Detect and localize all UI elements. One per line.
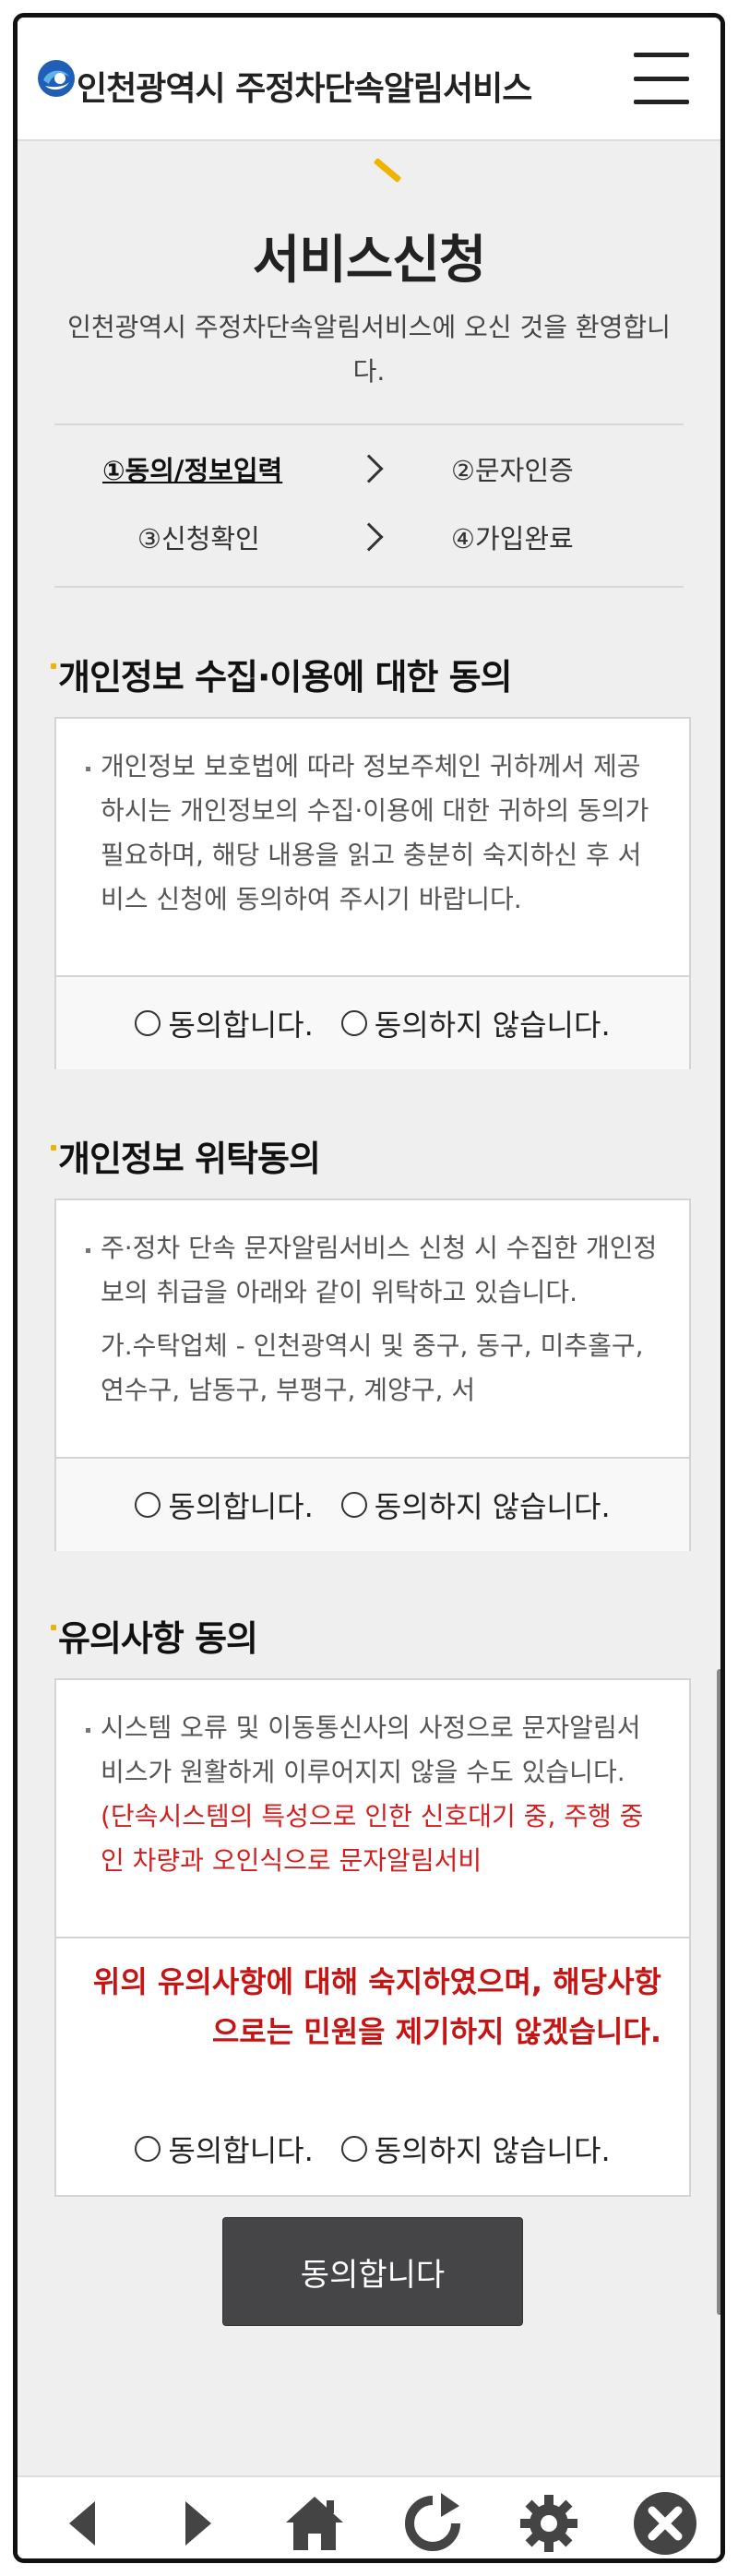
close-icon[interactable] [628,2487,702,2558]
section-title-notice: 유의사항 동의 [58,1618,258,1659]
radio-button[interactable] [135,1492,161,1518]
refresh-icon[interactable] [396,2487,470,2558]
incheon-logo-icon [38,60,75,97]
radio-button[interactable] [135,1010,161,1036]
bullet [86,1248,90,1253]
disagree-radio-option[interactable]: 동의하지 않습니다. [340,2128,611,2170]
privacy-collect-content[interactable]: 개인정보 보호법에 따라 정보주체인 귀하께서 제공하시는 개인정보의 수집·이… [56,719,689,975]
agree-options: 동의합니다. 동의하지 않습니다. [56,975,689,1069]
section-marker [51,1625,56,1630]
hamburger-menu-icon[interactable] [634,53,689,104]
agree-options: 동의합니다. 동의하지 않습니다. [56,1457,689,1551]
agree-radio-option[interactable]: 동의합니다. [135,1484,314,1526]
privacy-collect-box: 개인정보 보호법에 따라 정보주체인 귀하께서 제공하시는 개인정보의 수집·이… [54,717,691,1069]
privacy-entrust-content[interactable]: 주·정차 단속 문자알림서비스 신청 시 수집한 개인정보의 취급을 아래와 같… [56,1200,689,1457]
bullet [86,767,90,771]
agree-label: 동의합니다. [168,2133,314,2168]
forward-arrow-icon[interactable] [161,2487,235,2558]
agree-radio-option[interactable]: 동의합니다. [135,2128,314,2170]
scrollbar[interactable] [717,1669,720,2315]
app-title: 인천광역시 주정차단속알림서비스 [77,70,532,108]
disagree-label: 동의하지 않습니다. [374,2133,611,2168]
paragraph: 개인정보 보호법에 따라 정보주체인 귀하께서 제공하시는 개인정보의 수집·이… [101,751,649,914]
radio-button[interactable] [340,2136,367,2162]
step-complete: ④가입완료 [451,523,574,555]
section-marker [51,1145,56,1151]
chevron-right-icon [354,454,384,483]
step-confirm: ③신청확인 [137,523,260,555]
section-title-privacy-entrust: 개인정보 위탁동의 [58,1139,321,1179]
radio-button[interactable] [340,1492,367,1518]
paragraph: 주·정차 단속 문자알림서비스 신청 시 수집한 개인정보의 취급을 아래와 같… [101,1233,658,1307]
paragraph: 시스템 오류 및 이동통신사의 사정으로 문자알림서비스가 원활하게 이루어지지… [101,1712,641,1787]
section-marker [51,663,56,669]
divider [54,423,684,425]
divider [54,586,684,588]
notice-confirm-text: 위의 유의사항에 대해 숙지하였으며, 해당사항으로는 민원을 제기하지 않겠습… [92,1964,661,2049]
disagree-label: 동의하지 않습니다. [374,1008,611,1043]
notice-content[interactable]: 시스템 오류 및 이동통신사의 사정으로 문자알림서비스가 원활하게 이루어지지… [56,1680,689,1937]
privacy-entrust-box: 주·정차 단속 문자알림서비스 신청 시 수집한 개인정보의 취급을 아래와 같… [54,1199,691,1551]
back-arrow-icon[interactable] [45,2487,119,2558]
step-sms-auth: ②문자인증 [451,455,574,486]
welcome-text: 인천광역시 주정차단속알림서비스에 오신 것을 환영합니다. [67,312,671,387]
agree-label: 동의합니다. [168,1008,314,1043]
section-title-privacy-collect: 개인정보 수집·이용에 대한 동의 [58,657,513,698]
agree-options: 동의합니다. 동의하지 않습니다. [56,2103,689,2195]
app-header: 인천광역시 주정차단속알림서비스 [18,18,720,141]
decorative-accent-line [373,157,402,184]
paragraph: 가.수탁업체 - 인천광역시 및 중구, 동구, 미추홀구, 연수구, 남동구,… [101,1330,644,1405]
agree-radio-option[interactable]: 동의합니다. [135,1002,314,1044]
browser-frame: 인천광역시 주정차단속알림서비스 서비스신청 인천광역시 주정차단속알림서비스에… [13,13,725,2563]
disagree-radio-option[interactable]: 동의하지 않습니다. [340,1484,611,1526]
home-icon[interactable] [278,2487,351,2558]
notice-box: 시스템 오류 및 이동통신사의 사정으로 문자알림서비스가 원활하게 이루어지지… [54,1678,691,2197]
page-title: 서비스신청 [252,231,487,291]
radio-button[interactable] [340,1010,367,1036]
red-note: (단속시스템의 특성으로 인한 신호대기 중, 주행 중인 차량과 오인식으로 … [101,1801,644,1876]
settings-gear-icon[interactable] [512,2487,586,2558]
bottom-toolbar [18,2475,720,2558]
disagree-radio-option[interactable]: 동의하지 않습니다. [340,1002,611,1044]
notice-confirm-area: 위의 유의사항에 대해 숙지하였으며, 해당사항으로는 민원을 제기하지 않겠습… [56,1937,689,2195]
step-agree-input: ①동의/정보입력 [102,455,283,486]
chevron-right-icon [354,522,384,552]
bullet [86,1728,90,1733]
agree-label: 동의합니다. [168,1489,314,1524]
submit-agree-button[interactable]: 동의합니다 [222,2217,523,2326]
radio-button[interactable] [135,2136,161,2162]
disagree-label: 동의하지 않습니다. [374,1489,611,1524]
